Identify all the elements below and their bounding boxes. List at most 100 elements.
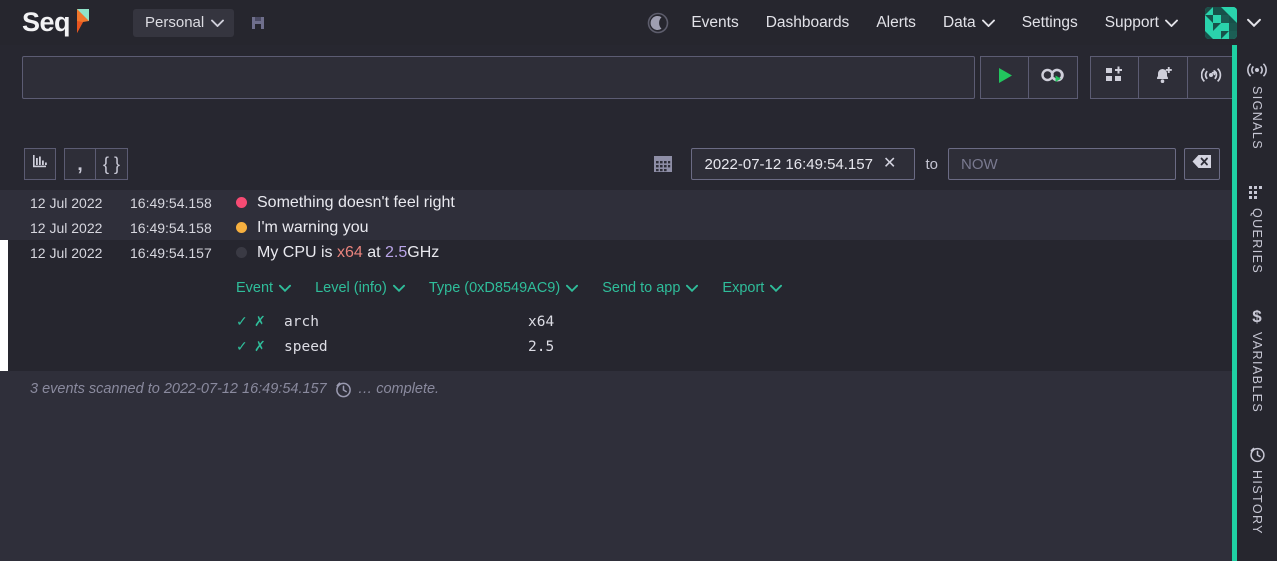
- chart-view-button[interactable]: [24, 148, 56, 180]
- event-detail-actions: Event Level (info) Type (0xD8549AC9) Sen…: [0, 271, 1232, 305]
- nav-link-label: Settings: [1021, 13, 1078, 31]
- create-signal-button[interactable]: [1188, 56, 1237, 99]
- type-menu-label: Type (0xD8549AC9): [428, 280, 561, 296]
- check-icon[interactable]: ✓: [236, 338, 254, 355]
- bell-plus-icon: [1153, 66, 1173, 90]
- sidebar-item-signals[interactable]: SIGNALS: [1237, 61, 1277, 150]
- event-date: 12 Jul 2022: [30, 194, 103, 211]
- sidebar-item-label: SIGNALS: [1250, 86, 1264, 150]
- calendar-icon[interactable]: [653, 154, 673, 174]
- seq-flag-logo-icon: [77, 9, 90, 33]
- avatar[interactable]: [1205, 6, 1237, 39]
- range-to-label: to: [925, 155, 938, 173]
- event-menu-label: Event: [236, 280, 274, 296]
- x-icon[interactable]: ✗: [254, 338, 272, 355]
- event-date: 12 Jul 2022: [30, 219, 103, 236]
- nav-link-dashboards[interactable]: Dashboards: [766, 14, 850, 32]
- event-time: 16:49:54.158: [130, 194, 212, 211]
- event-row[interactable]: 12 Jul 2022 16:49:54.158 I'm warning you: [0, 215, 1232, 240]
- event-level-dot[interactable]: [236, 222, 247, 233]
- event-date: 12 Jul 2022: [30, 244, 103, 261]
- sidebar-item-label: QUERIES: [1250, 208, 1264, 275]
- chevron-down-icon: [279, 280, 292, 296]
- event-message: I'm warning you: [257, 218, 369, 236]
- chevron-down-icon: [770, 280, 783, 296]
- property-value: x64: [528, 313, 555, 330]
- right-sidebar: SIGNALS QUERIES $ VARIABLES HISTORY: [1232, 45, 1277, 561]
- queries-grid-icon: [1248, 183, 1266, 201]
- send-to-app-menu[interactable]: Send to app: [602, 280, 699, 296]
- event-level-dot[interactable]: [236, 247, 247, 258]
- event-message: My CPU is x64 at 2.5GHz: [257, 244, 439, 262]
- brand-logo[interactable]: Seq: [22, 0, 91, 45]
- send-to-app-menu-label: Send to app: [602, 280, 681, 296]
- text-view-group: ‚ { }: [64, 148, 128, 180]
- nav-link-label: Events: [691, 13, 739, 31]
- check-icon[interactable]: ✓: [236, 313, 254, 330]
- chevron-down-icon: [981, 14, 995, 32]
- moon-icon[interactable]: [647, 12, 669, 34]
- property-value: 2.5: [528, 338, 555, 355]
- message-text: My CPU is: [257, 243, 337, 261]
- message-token-arch: x64: [337, 243, 363, 261]
- event-list: 12 Jul 2022 16:49:54.158 Something doesn…: [0, 190, 1232, 561]
- sidebar-item-label: VARIABLES: [1250, 332, 1264, 414]
- nav-link-label: Support: [1104, 13, 1159, 31]
- chevron-down-icon: [566, 280, 579, 296]
- loop-query-button[interactable]: [1029, 56, 1078, 99]
- chevron-down-icon: [1165, 14, 1178, 32]
- backspace-icon: [1192, 154, 1212, 174]
- nav-link-label: Alerts: [876, 13, 916, 31]
- type-menu[interactable]: Type (0xD8549AC9): [428, 280, 579, 296]
- date-range-controls: 2022-07-12 16:49:54.157 ✕ to NOW: [653, 148, 1220, 180]
- play-icon: [997, 67, 1013, 89]
- event-menu[interactable]: Event: [236, 280, 292, 296]
- property-row: ✓ ✗ speed 2.5: [236, 334, 1232, 359]
- top-navigation-bar: Seq Personal Events Dashboards Alerts Da…: [0, 0, 1277, 45]
- message-token-speed: 2.5: [385, 243, 408, 261]
- raw-text-view-button[interactable]: ‚: [64, 148, 96, 180]
- brand-name: Seq: [22, 7, 71, 37]
- results-toolbar: ‚ { } 2022-07-12 16:49:54.157 ✕ to NOW: [0, 148, 1232, 188]
- range-from-field[interactable]: 2022-07-12 16:49:54.157 ✕: [691, 148, 916, 180]
- chart-view-group: [24, 148, 56, 180]
- nav-link-alerts[interactable]: Alerts: [876, 14, 916, 32]
- nav-link-data[interactable]: Data: [943, 14, 995, 32]
- sidebar-item-variables[interactable]: $ VARIABLES: [1237, 306, 1277, 414]
- close-icon[interactable]: ✕: [883, 156, 896, 172]
- avatar-chevron-down-icon[interactable]: [1247, 18, 1261, 27]
- sidebar-item-queries[interactable]: QUERIES: [1237, 183, 1277, 274]
- run-query-button[interactable]: [980, 56, 1029, 99]
- save-icon[interactable]: [250, 15, 266, 31]
- event-row[interactable]: 12 Jul 2022 16:49:54.158 Something doesn…: [0, 190, 1232, 215]
- selected-event-marker: [0, 240, 8, 371]
- sidebar-item-history[interactable]: HISTORY: [1237, 445, 1277, 535]
- query-action-button-group: [1090, 56, 1237, 99]
- message-text: at: [362, 243, 386, 261]
- search-input[interactable]: [22, 56, 975, 99]
- json-view-button[interactable]: { }: [96, 148, 128, 180]
- event-properties-table: ✓ ✗ arch x64 ✓ ✗ speed 2.5: [0, 309, 1232, 359]
- message-text: GHz: [407, 243, 440, 261]
- level-menu[interactable]: Level (info): [315, 280, 405, 296]
- nav-link-events[interactable]: Events: [691, 14, 738, 32]
- add-to-dashboard-button[interactable]: [1090, 56, 1139, 99]
- nav-link-label: Data: [942, 13, 976, 31]
- property-name: speed: [284, 338, 328, 355]
- clear-range-button[interactable]: [1184, 148, 1220, 180]
- x-icon[interactable]: ✗: [254, 313, 272, 330]
- user-avatar-identicon-icon: [1205, 6, 1237, 39]
- create-alert-button[interactable]: [1139, 56, 1188, 99]
- nav-link-support[interactable]: Support: [1105, 14, 1178, 32]
- export-menu[interactable]: Export: [722, 280, 783, 296]
- range-to-field[interactable]: NOW: [948, 148, 1176, 180]
- sidebar-item-label: HISTORY: [1250, 470, 1264, 535]
- dollar-icon: $: [1252, 306, 1262, 326]
- workspace-selector[interactable]: Personal: [133, 8, 235, 37]
- nav-link-settings[interactable]: Settings: [1022, 14, 1078, 32]
- braces-icon: { }: [102, 154, 121, 174]
- event-level-dot[interactable]: [236, 197, 247, 208]
- history-clock-icon: [335, 381, 352, 398]
- event-row[interactable]: 12 Jul 2022 16:49:54.157 My CPU is x64 a…: [0, 240, 1232, 265]
- export-menu-label: Export: [722, 280, 765, 296]
